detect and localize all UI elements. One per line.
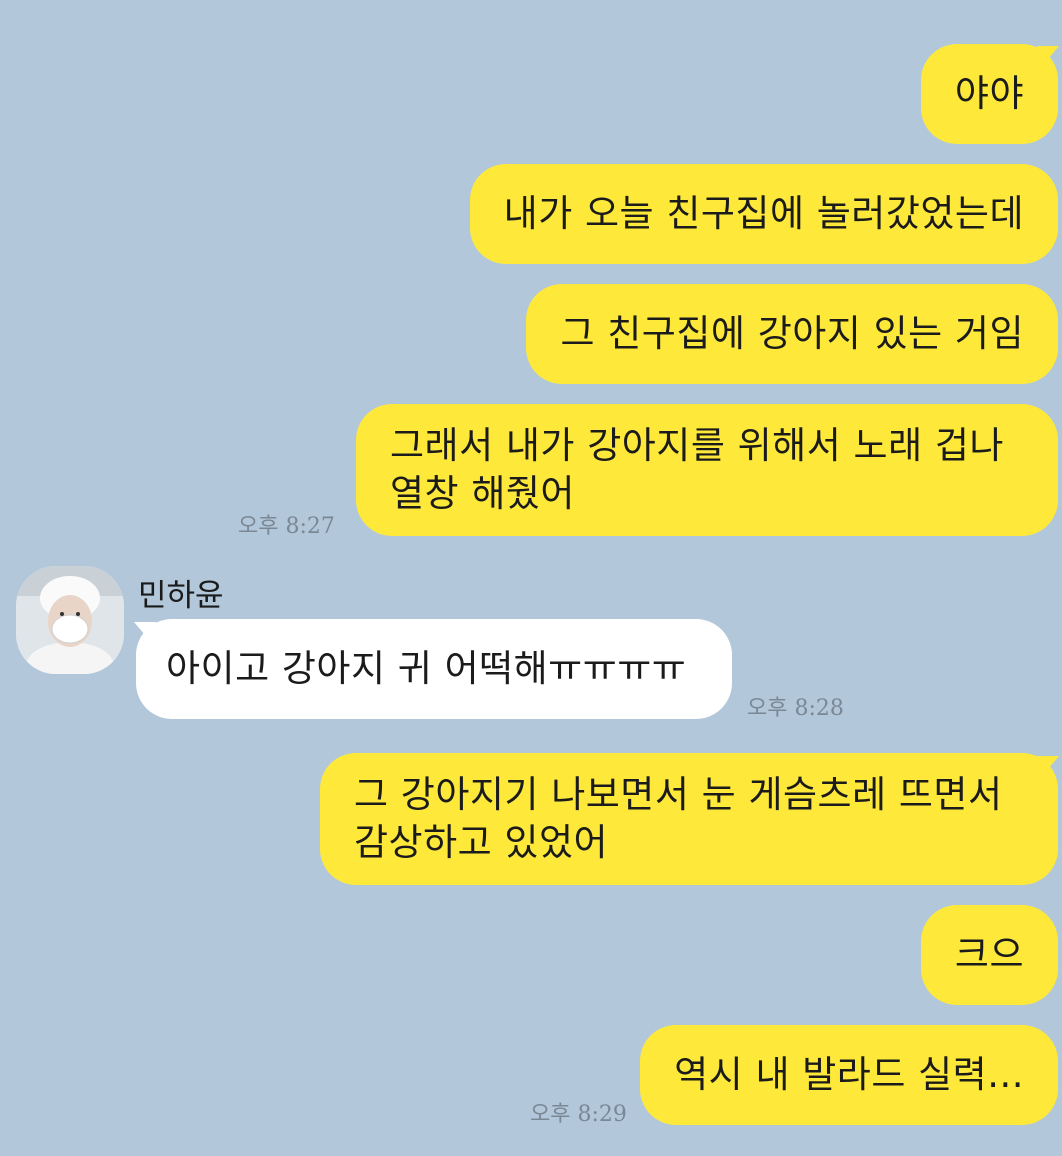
their-message-bubble[interactable]: 아이고 강아지 귀 어떡해ㅠㅠㅠㅠ [136,619,732,719]
my-message-bubble[interactable]: 그 친구집에 강아지 있는 거임 [526,284,1058,384]
my-message-bubble[interactable]: 야야 [920,44,1058,144]
sender-name: 민하윤 [138,578,224,614]
message-timestamp: 오후 8:28 [747,696,844,721]
message-timestamp: 오후 8:29 [530,1102,627,1127]
message-timestamp: 오후 8:27 [238,514,335,539]
my-message-bubble[interactable]: 내가 오늘 친구집에 놀러갔었는데 [469,164,1058,264]
my-message-bubble[interactable]: 그래서 내가 강아지를 위해서 노래 겁나 열창 해줬어 [356,404,1058,536]
profile-photo-icon[interactable] [16,566,124,674]
my-message-bubble[interactable]: 역시 내 발라드 실력... [640,1025,1058,1125]
my-message-bubble[interactable]: 크으 [920,905,1058,1005]
my-message-bubble[interactable]: 그 강아지기 나보면서 눈 게슴츠레 뜨면서 감상하고 있었어 [320,753,1058,885]
